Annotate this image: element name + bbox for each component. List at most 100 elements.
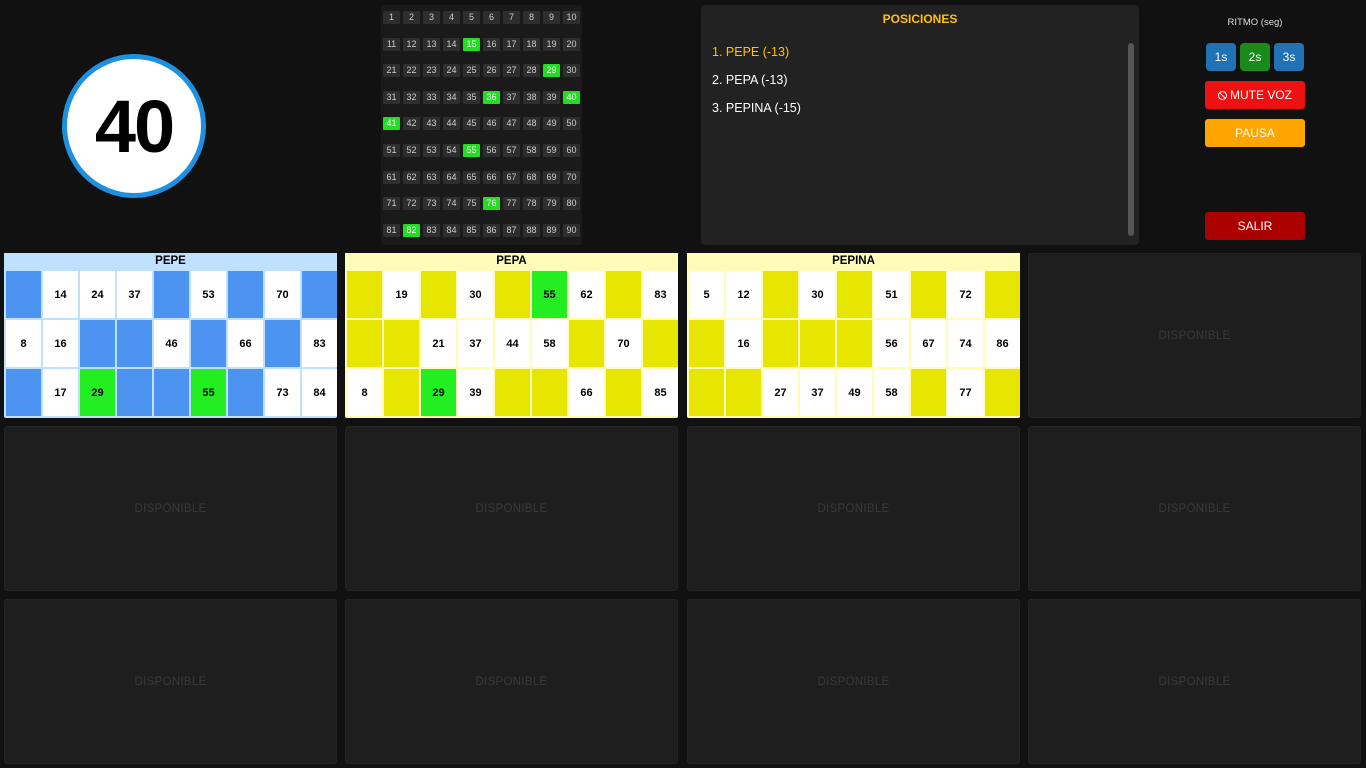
number-board: 1 2 3 4 5 6 7 8 9 10 11 12 13 14 15 16 17 18 19 20 21 22 23 24 2…	[381, 5, 582, 245]
positions-scrollbar[interactable]	[1128, 43, 1134, 236]
empty-slot[interactable]: DISPONIBLE	[345, 599, 678, 764]
board-number: 17	[503, 37, 520, 51]
bingo-card: PEPINA 5 12 30 51 72 16 56 67 74 86 27 37 49 58 77	[687, 253, 1020, 418]
empty-slot[interactable]: DISPONIBLE	[1028, 253, 1361, 418]
board-number: 58	[523, 144, 540, 157]
card-cell: 74	[948, 320, 983, 367]
card-cell: 58	[532, 320, 567, 367]
board-number: 21	[383, 64, 400, 78]
card-cell-marked: 29	[80, 369, 115, 416]
card-empty-cell	[689, 369, 724, 416]
board-number: 22	[403, 64, 420, 78]
empty-slot[interactable]: DISPONIBLE	[687, 426, 1020, 591]
card-empty-cell	[6, 271, 41, 318]
board-number: 26	[483, 64, 500, 78]
card-cell: 44	[495, 320, 530, 367]
empty-slot[interactable]: DISPONIBLE	[345, 426, 678, 591]
board-number: 64	[443, 170, 460, 184]
board-number: 83	[423, 223, 440, 237]
board-number: 1	[383, 11, 400, 24]
board-number: 51	[383, 144, 400, 157]
board-number: 69	[543, 170, 560, 184]
card-empty-cell	[495, 369, 530, 416]
exit-button[interactable]: SALIR	[1205, 212, 1305, 240]
empty-slot-label: DISPONIBLE	[1158, 502, 1231, 515]
mute-voice-button[interactable]: MUTE VOZ	[1205, 81, 1305, 109]
board-number: 42	[403, 117, 420, 131]
speed-3s-button[interactable]: 3s	[1274, 43, 1304, 71]
current-ball: 40	[62, 54, 206, 198]
card-cell: 72	[948, 271, 983, 318]
card-cell: 86	[985, 320, 1020, 367]
board-number: 38	[523, 90, 540, 104]
card-cell: 62	[569, 271, 604, 318]
board-number: 10	[563, 11, 580, 24]
board-number: 62	[403, 170, 420, 184]
empty-slot-label: DISPONIBLE	[134, 502, 207, 515]
board-number: 63	[423, 170, 440, 184]
empty-slot[interactable]: DISPONIBLE	[1028, 599, 1361, 764]
card-empty-cell	[228, 369, 263, 416]
card-empty-cell	[606, 369, 641, 416]
board-number: 15	[463, 37, 480, 51]
board-number: 72	[403, 197, 420, 211]
card-player-name: PEPINA	[687, 253, 1020, 269]
board-number: 59	[543, 144, 560, 157]
board-number: 28	[523, 64, 540, 78]
board-number: 8	[523, 11, 540, 24]
card-empty-cell	[347, 320, 382, 367]
empty-slot[interactable]: DISPONIBLE	[687, 599, 1020, 764]
card-cell-marked: 55	[532, 271, 567, 318]
card-empty-cell	[421, 271, 456, 318]
card-empty-cell	[689, 320, 724, 367]
card-empty-cell	[569, 320, 604, 367]
card-cell: 37	[458, 320, 493, 367]
board-number: 53	[423, 144, 440, 157]
empty-slot-label: DISPONIBLE	[1158, 329, 1231, 342]
board-number: 37	[503, 90, 520, 104]
board-number: 23	[423, 64, 440, 78]
board-number: 70	[563, 170, 580, 184]
card-cell: 67	[911, 320, 946, 367]
card-empty-cell	[191, 320, 226, 367]
card-cell: 21	[421, 320, 456, 367]
card-empty-cell	[80, 320, 115, 367]
board-number: 87	[503, 223, 520, 237]
mute-voice-label: MUTE VOZ	[1230, 88, 1292, 102]
empty-slot[interactable]: DISPONIBLE	[4, 599, 337, 764]
empty-slot-label: DISPONIBLE	[475, 675, 548, 688]
card-empty-cell	[117, 320, 152, 367]
board-number: 46	[483, 117, 500, 131]
speed-1s-button[interactable]: 1s	[1206, 43, 1236, 71]
card-cell: 12	[726, 271, 761, 318]
speed-2s-button[interactable]: 2s	[1240, 43, 1270, 71]
pause-button[interactable]: PAUSA	[1205, 119, 1305, 147]
board-number: 90	[563, 223, 580, 237]
board-number: 81	[383, 223, 400, 237]
board-number: 52	[403, 144, 420, 157]
board-number: 73	[423, 197, 440, 211]
board-number: 57	[503, 144, 520, 157]
empty-slot[interactable]: DISPONIBLE	[4, 426, 337, 591]
board-number: 5	[463, 11, 480, 24]
card-cell: 30	[800, 271, 835, 318]
board-number: 31	[383, 90, 400, 104]
card-empty-cell	[495, 271, 530, 318]
board-number: 47	[503, 117, 520, 131]
empty-slot-label: DISPONIBLE	[817, 502, 890, 515]
card-empty-cell	[6, 369, 41, 416]
card-empty-cell	[837, 271, 872, 318]
empty-slot[interactable]: DISPONIBLE	[1028, 426, 1361, 591]
card-cell: 37	[800, 369, 835, 416]
board-number: 80	[563, 197, 580, 211]
board-number: 16	[483, 37, 500, 51]
board-number: 76	[483, 197, 500, 211]
card-cell: 66	[228, 320, 263, 367]
card-cell: 77	[948, 369, 983, 416]
empty-slot-label: DISPONIBLE	[1158, 675, 1231, 688]
board-number: 45	[463, 117, 480, 131]
board-number: 41	[383, 117, 400, 131]
board-number: 20	[563, 37, 580, 51]
board-number: 24	[443, 64, 460, 78]
card-empty-cell	[643, 320, 678, 367]
